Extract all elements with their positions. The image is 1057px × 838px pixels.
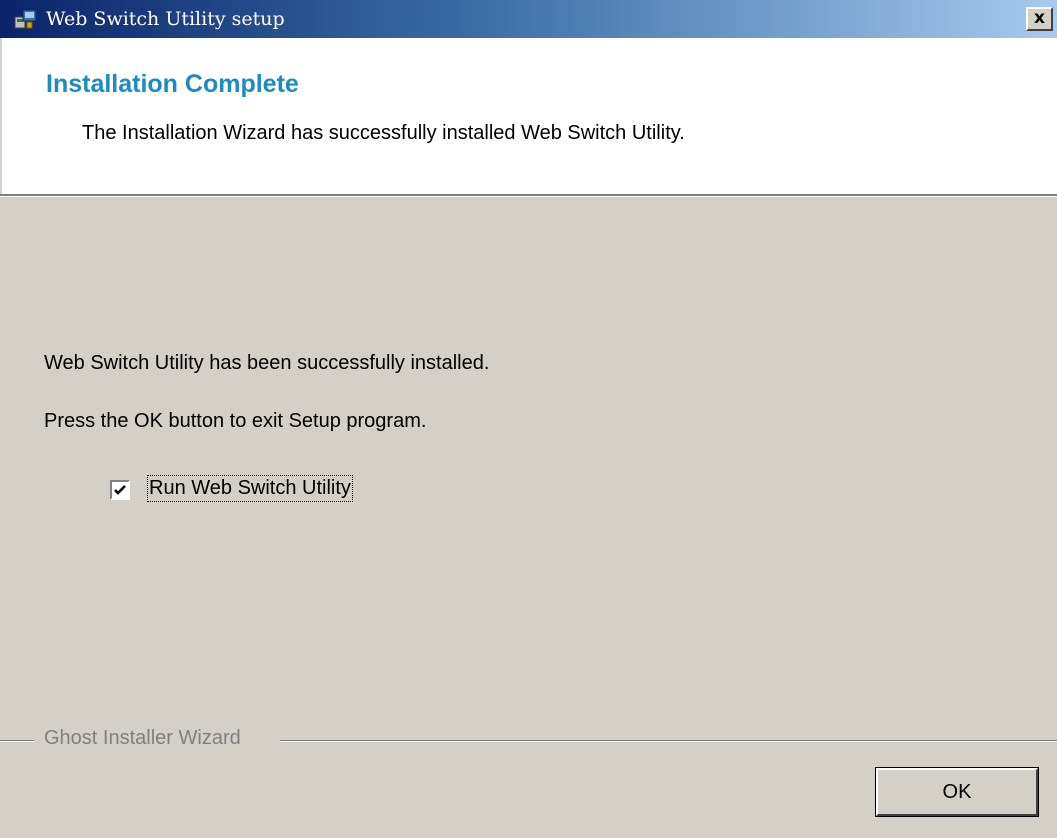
close-icon: x xyxy=(1034,8,1045,28)
page-title: Installation Complete xyxy=(46,70,299,98)
checkmark-icon xyxy=(114,485,126,495)
installer-icon xyxy=(14,8,38,30)
run-utility-label[interactable]: Run Web Switch Utility xyxy=(147,475,353,502)
run-utility-checkbox[interactable] xyxy=(110,480,130,500)
group-divider-right xyxy=(280,740,1057,742)
page-subtitle: The Installation Wizard has successfully… xyxy=(82,122,685,144)
setup-window: Web Switch Utility setup x Installation … xyxy=(0,0,1057,838)
group-divider-left xyxy=(0,740,34,742)
exit-instruction: Press the OK button to exit Setup progra… xyxy=(44,410,427,432)
installed-message: Web Switch Utility has been successfully… xyxy=(44,352,490,374)
wizard-header: Installation Complete The Installation W… xyxy=(0,38,1057,194)
window-title: Web Switch Utility setup xyxy=(46,8,285,30)
header-divider xyxy=(0,194,1057,197)
title-bar[interactable]: Web Switch Utility setup x xyxy=(0,0,1057,38)
ok-button[interactable]: OK xyxy=(875,767,1039,817)
close-button[interactable]: x xyxy=(1026,7,1053,31)
installer-brand-label: Ghost Installer Wizard xyxy=(44,727,241,749)
